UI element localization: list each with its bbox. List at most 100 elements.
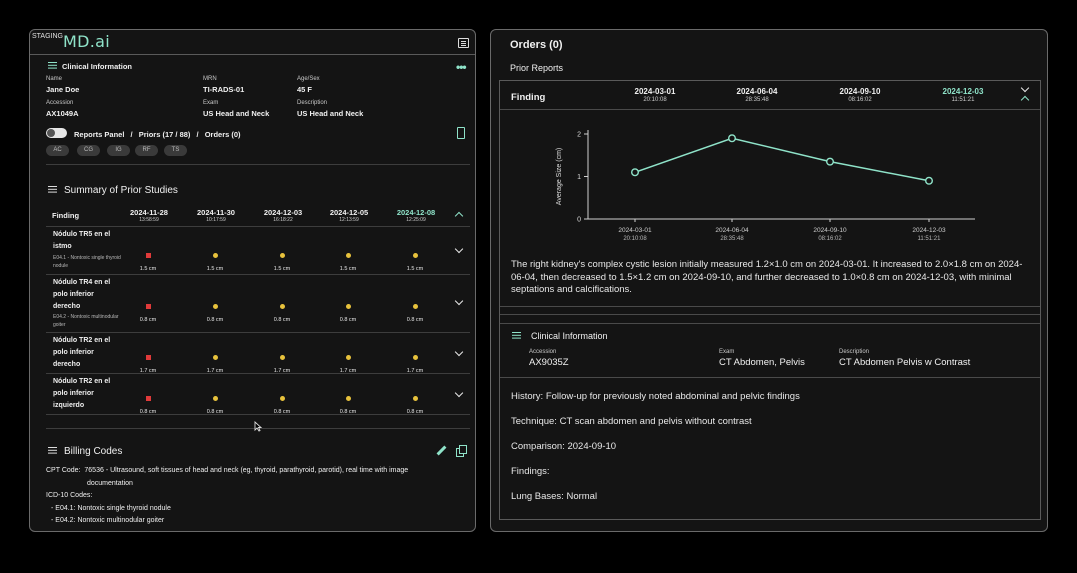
accession-value: AX1049A bbox=[46, 109, 79, 118]
x-tick-time: 08:16:02 bbox=[818, 236, 842, 242]
prior-date[interactable]: 2024-11-30 bbox=[191, 208, 241, 217]
exam-value: CT Abdomen, Pelvis bbox=[719, 357, 805, 368]
copy-icon[interactable] bbox=[456, 445, 467, 457]
series-line bbox=[634, 137, 930, 182]
status-marker-yellow bbox=[412, 355, 418, 360]
crumb-priors[interactable]: Priors (17 / 88) bbox=[139, 130, 191, 139]
status-marker-yellow bbox=[212, 355, 218, 360]
x-tick-label: 2024-12-03 bbox=[912, 227, 946, 234]
crumb-orders[interactable]: Orders (0) bbox=[205, 130, 241, 139]
crumb-reports-panel[interactable]: Reports Panel bbox=[74, 130, 124, 139]
description-label: Description bbox=[839, 349, 870, 355]
measurement-cell: 0.8 cm bbox=[262, 296, 302, 323]
patient-name: Jane Doe bbox=[46, 85, 80, 94]
chip-cg[interactable]: CG bbox=[77, 145, 100, 156]
status-marker-yellow bbox=[412, 396, 418, 401]
expand-chevron-icon[interactable] bbox=[454, 245, 464, 255]
prior-date[interactable]: 2024-11-28 bbox=[124, 208, 174, 217]
prior-time: 12:13:59 bbox=[339, 217, 359, 223]
cpt-label: CPT Code: bbox=[46, 467, 81, 474]
measurement-cell: 1.7 cm bbox=[328, 347, 368, 374]
chip-ig[interactable]: IG bbox=[107, 145, 130, 156]
exam-label: Exam bbox=[719, 349, 735, 355]
summary-list-icon bbox=[48, 186, 57, 193]
panel-split-icon[interactable] bbox=[457, 127, 465, 139]
billing-title: Billing Codes bbox=[64, 446, 123, 457]
table-row[interactable]: Nódulo TR2 en el polo inferior izquierdo… bbox=[46, 374, 470, 415]
expand-chevron-icon[interactable] bbox=[454, 348, 464, 358]
x-tick-label: 2024-03-01 bbox=[618, 227, 652, 234]
prior-time: 16:18:22 bbox=[273, 217, 293, 223]
chart-points bbox=[630, 134, 934, 185]
measurement-cell: 0.8 cm bbox=[128, 388, 168, 415]
measurement-cell: 1.7 cm bbox=[195, 347, 235, 374]
edit-icon[interactable] bbox=[436, 446, 446, 456]
status-marker-red bbox=[145, 396, 151, 401]
divider bbox=[500, 306, 1040, 307]
x-tick-time: 11:51:21 bbox=[918, 236, 942, 242]
header-divider bbox=[30, 54, 475, 55]
description-value: CT Abdomen Pelvis w Contrast bbox=[839, 357, 971, 368]
measurement-value: 1.5 cm bbox=[406, 266, 424, 272]
finding-header: Finding bbox=[511, 92, 546, 103]
breadcrumb: Reports Panel / Priors (17 / 88) / Order… bbox=[74, 130, 241, 139]
status-marker-yellow bbox=[212, 304, 218, 309]
description-label: Description bbox=[297, 100, 328, 106]
list-icon bbox=[512, 332, 521, 339]
report-time: 20:10:08 bbox=[643, 97, 667, 103]
data-point bbox=[826, 157, 835, 166]
name-label: Name bbox=[46, 76, 63, 82]
prior-date[interactable]: 2024-12-05 bbox=[324, 208, 374, 217]
report-time: 08:16:02 bbox=[848, 97, 872, 103]
lung-bases-text: Lung Bases: Normal bbox=[511, 491, 598, 502]
report-date[interactable]: 2024-06-04 bbox=[724, 87, 790, 96]
measurement-value: 0.8 cm bbox=[206, 317, 224, 323]
findings-text: Findings: bbox=[511, 466, 550, 477]
divider bbox=[500, 323, 1040, 324]
cpt-description: - Ultrasound, soft tissues of head and n… bbox=[105, 467, 409, 474]
report-date[interactable]: 2024-03-01 bbox=[622, 87, 688, 96]
measurement-cell: 1.5 cm bbox=[262, 245, 302, 272]
x-tick-time: 28:35:48 bbox=[720, 236, 744, 242]
prior-date[interactable]: 2024-12-03 bbox=[258, 208, 308, 217]
collapse-chevron-icon[interactable] bbox=[454, 209, 464, 219]
measurement-cell: 1.5 cm bbox=[395, 245, 435, 272]
chip-rf[interactable]: RF bbox=[135, 145, 158, 156]
table-row[interactable]: Nódulo TR5 en el istmo E04.1 - Nontoxic … bbox=[46, 227, 470, 274]
measurement-cell: 0.8 cm bbox=[328, 296, 368, 323]
chip-ac[interactable]: AC bbox=[46, 145, 69, 156]
chart-labels: 0 1 2 Average Size (cm) 2024-03-01 20:10:08 20… bbox=[556, 132, 946, 243]
prior-time: 13:58:59 bbox=[139, 217, 159, 223]
status-marker-yellow bbox=[345, 396, 351, 401]
table-row[interactable]: Nódulo TR2 en el polo inferior derecho 1… bbox=[46, 333, 470, 374]
chart-axes bbox=[584, 130, 975, 222]
billing-codes: CPT Code: 76536 - Ultrasound, soft tissu… bbox=[46, 465, 466, 528]
report-date-current[interactable]: 2024-12-03 bbox=[930, 87, 996, 96]
table-row[interactable]: Nódulo TR4 en el polo inferior derecho E… bbox=[46, 275, 470, 332]
finding-header: Finding bbox=[52, 211, 80, 220]
expand-chevron-icon[interactable] bbox=[454, 297, 464, 307]
prior-date-current[interactable]: 2024-12-08 bbox=[391, 208, 441, 217]
mrn-label: MRN bbox=[203, 76, 217, 82]
measurement-value: 1.5 cm bbox=[339, 266, 357, 272]
orders-title: Orders (0) bbox=[510, 39, 563, 51]
prior-reports-title: Prior Reports bbox=[510, 63, 564, 73]
chevron-up-icon[interactable] bbox=[1020, 93, 1030, 103]
right-panel: Orders (0) Prior Reports Finding 2024-03… bbox=[490, 29, 1048, 532]
status-marker-yellow bbox=[345, 355, 351, 360]
data-point bbox=[630, 168, 639, 177]
finding-code: E04.2 - Nontoxic multinodular goiter bbox=[53, 314, 119, 328]
report-time: 11:51:21 bbox=[951, 97, 975, 103]
expand-chevron-icon[interactable] bbox=[454, 389, 464, 399]
prior-time: 10:17:59 bbox=[206, 217, 226, 223]
document-icon[interactable] bbox=[458, 38, 469, 48]
reports-panel-toggle[interactable] bbox=[46, 128, 67, 138]
data-point bbox=[727, 134, 736, 143]
mrn-value: TI-RADS-01 bbox=[203, 85, 245, 94]
chip-ts[interactable]: TS bbox=[164, 145, 187, 156]
more-options-icon[interactable]: ••• bbox=[456, 60, 467, 74]
report-date[interactable]: 2024-09-10 bbox=[827, 87, 893, 96]
exam-label: Exam bbox=[203, 100, 219, 106]
y-tick-label: 1 bbox=[577, 174, 581, 181]
accession-value: AX9035Z bbox=[529, 357, 569, 368]
